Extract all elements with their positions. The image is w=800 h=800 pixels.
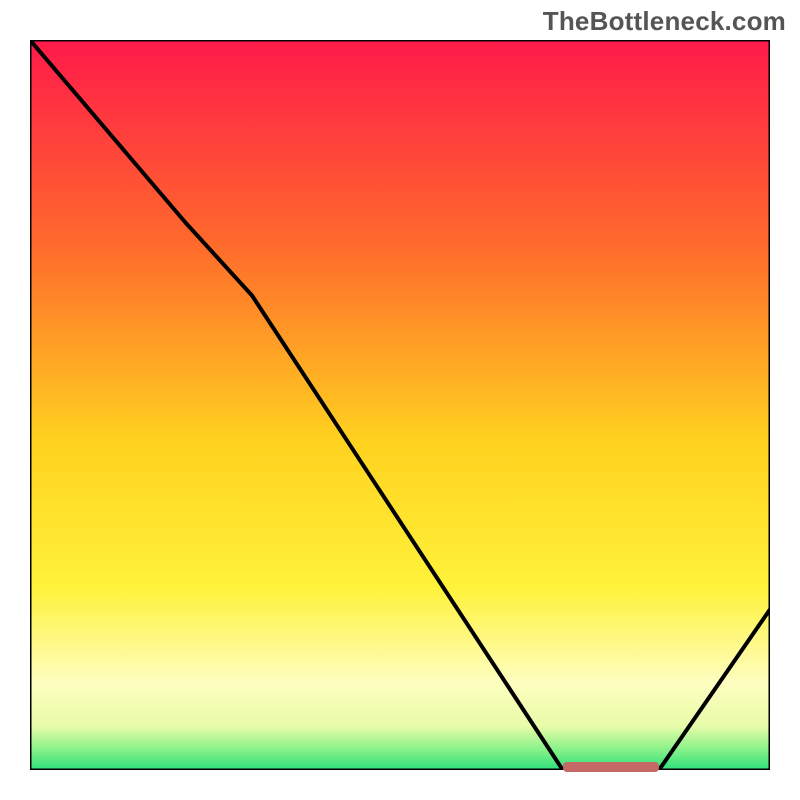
chart-svg <box>30 40 770 770</box>
plot-area <box>30 40 770 770</box>
chart-wrap: TheBottleneck.com <box>0 0 800 800</box>
watermark-text: TheBottleneck.com <box>543 6 786 37</box>
optimal-range-marker <box>563 762 659 772</box>
gradient-background <box>30 40 770 770</box>
